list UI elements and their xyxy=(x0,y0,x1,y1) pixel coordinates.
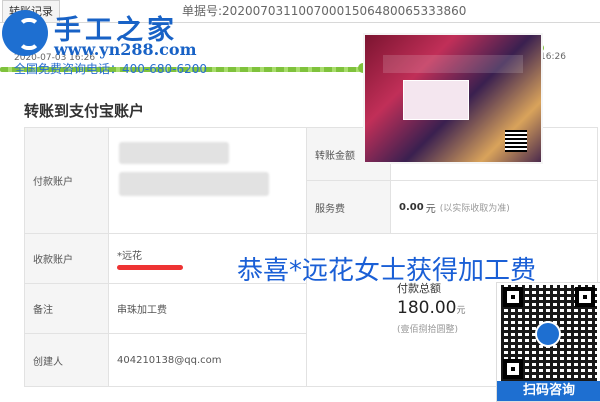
brand-site: www.yn288.com xyxy=(54,40,197,59)
total-unit: 元 xyxy=(456,306,466,316)
payer-value-cell xyxy=(109,128,307,234)
creator-value-cell: 404210138@qq.com xyxy=(109,334,307,386)
qr-finder-top-right-icon xyxy=(575,287,595,307)
payee-redaction-mark xyxy=(117,265,183,270)
section-title: 转账到支付宝账户 xyxy=(24,102,145,120)
note-value-cell: 串珠加工费 xyxy=(109,284,307,334)
payer-label: 付款账户 xyxy=(33,177,73,188)
fee-label-cell: 服务费 xyxy=(307,181,391,234)
fee-label: 服务费 xyxy=(315,203,345,215)
total-capital: (壹佰捌拾圆整) xyxy=(397,325,459,335)
total-value: 180.00 xyxy=(397,298,457,318)
amount-label: 转账金额 xyxy=(315,150,355,162)
note-value: 串珠加工费 xyxy=(117,305,167,316)
note-label-cell: 备注 xyxy=(25,284,109,334)
product-photo xyxy=(363,33,543,164)
congrats-banner: 恭喜*远花女士获得加工费 xyxy=(237,256,537,286)
fee-value-cell: 0.00 元 (以实际收取为准) xyxy=(391,181,597,234)
payee-label-cell: 收款账户 xyxy=(25,234,109,284)
photo-tag-strip xyxy=(383,55,523,73)
payer-label-cell: 付款账户 xyxy=(25,128,109,234)
payee-label: 收款账户 xyxy=(33,255,73,266)
payer-redacted xyxy=(119,142,229,164)
payee-name: *远花 xyxy=(117,251,142,262)
qr-finder-bottom-left-icon xyxy=(503,359,523,379)
timeline-end-time: 16:26 xyxy=(540,52,566,62)
fee-value: 0.00 xyxy=(399,201,424,213)
payer-redacted-2 xyxy=(119,172,269,196)
fee-unit: 元 xyxy=(425,203,436,215)
creator-label: 创建人 xyxy=(33,356,63,368)
total-amount: 180.00元 xyxy=(397,298,466,318)
order-number-label: 单据号: xyxy=(182,4,223,18)
brand-hotline: 全国免费咨询电话：400-680-6200 xyxy=(14,62,208,76)
creator-value: 404210138@qq.com xyxy=(117,354,222,366)
qr-code-box[interactable]: 扫码咨询 xyxy=(496,282,600,402)
total-capital-text: 壹佰捌拾圆整 xyxy=(400,325,455,335)
order-number: 单据号:20200703110070001506480065333860 xyxy=(182,2,466,19)
photo-qr-icon xyxy=(505,130,527,152)
photo-product-card xyxy=(403,80,469,120)
order-number-value: 20200703110070001506480065333860 xyxy=(222,4,467,18)
creator-label-cell: 创建人 xyxy=(25,334,109,386)
brand-logo-s-icon xyxy=(18,18,40,50)
note-label: 备注 xyxy=(33,305,53,316)
fee-note: (以实际收取为准) xyxy=(439,203,510,214)
qr-finder-top-left-icon xyxy=(503,287,523,307)
qr-center-logo-icon xyxy=(535,321,561,347)
scan-consult-label: 扫码咨询 xyxy=(497,381,600,401)
